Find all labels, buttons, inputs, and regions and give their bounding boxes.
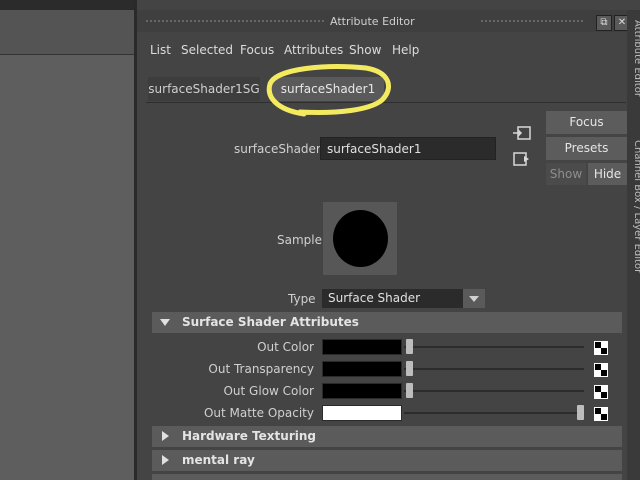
sample-sphere xyxy=(333,210,388,267)
out-matte-opacity-slider-handle[interactable] xyxy=(577,405,584,420)
out-transparency-map-icon[interactable] xyxy=(594,363,608,377)
node-name-field[interactable]: surfaceShader1 xyxy=(320,137,496,160)
menu-selected[interactable]: Selected xyxy=(181,43,233,57)
menu-focus[interactable]: Focus xyxy=(240,43,274,57)
section-surface-shader-attributes[interactable]: Surface Shader Attributes xyxy=(152,312,622,333)
section-title: Hardware Texturing xyxy=(182,429,316,443)
out-matte-opacity-slider-track[interactable] xyxy=(404,412,584,414)
section-next[interactable] xyxy=(152,474,622,480)
out-glow-color-slider-track[interactable] xyxy=(404,390,584,392)
output-connections-icon[interactable] xyxy=(512,151,532,167)
drag-grip[interactable] xyxy=(145,19,325,23)
attr-label-out-matte-opacity: Out Matte Opacity xyxy=(203,406,314,420)
panel-title: Attribute Editor xyxy=(330,15,415,28)
out-glow-color-swatch[interactable] xyxy=(322,383,402,399)
out-matte-opacity-map-icon[interactable] xyxy=(594,407,608,421)
out-transparency-swatch[interactable] xyxy=(322,361,402,377)
focus-button[interactable]: Focus xyxy=(546,111,627,134)
section-mental-ray[interactable]: mental ray xyxy=(152,450,622,471)
chevron-down-icon[interactable] xyxy=(463,289,485,308)
menu-help[interactable]: Help xyxy=(392,43,419,57)
drag-grip[interactable] xyxy=(480,19,585,23)
type-dropdown[interactable]: Surface Shader xyxy=(322,289,485,308)
out-color-slider-handle[interactable] xyxy=(406,339,413,354)
expand-triangle-icon xyxy=(160,319,170,326)
menu-attributes[interactable]: Attributes xyxy=(284,43,343,57)
out-color-slider-track[interactable] xyxy=(404,346,584,348)
side-tab-channel-box[interactable]: Channel Box / Layer Editor xyxy=(632,140,640,273)
out-matte-opacity-swatch[interactable] xyxy=(322,405,402,421)
attr-label-out-transparency: Out Transparency xyxy=(208,362,314,376)
type-label: Type xyxy=(288,292,316,306)
section-hardware-texturing[interactable]: Hardware Texturing xyxy=(152,426,622,447)
section-title: mental ray xyxy=(182,453,255,467)
input-connections-icon[interactable] xyxy=(512,125,532,141)
out-transparency-slider-handle[interactable] xyxy=(406,361,413,376)
out-transparency-slider-track[interactable] xyxy=(404,368,584,370)
tab-surfaceshader1sg[interactable]: surfaceShader1SG xyxy=(148,77,260,101)
collapse-triangle-icon xyxy=(162,431,169,441)
menu-show[interactable]: Show xyxy=(349,43,381,57)
attr-label-out-glow-color: Out Glow Color xyxy=(223,384,314,398)
out-color-map-icon[interactable] xyxy=(594,341,608,355)
presets-button[interactable]: Presets xyxy=(546,137,627,160)
viewport-toolbar xyxy=(0,10,134,55)
show-button[interactable]: Show xyxy=(546,163,586,185)
side-tab-attribute-editor[interactable]: Attribute Editor xyxy=(632,20,640,97)
highlight-circle xyxy=(266,64,392,117)
out-color-swatch[interactable] xyxy=(322,339,402,355)
hide-button[interactable]: Hide xyxy=(588,163,627,185)
float-window-button[interactable]: ⧉ xyxy=(596,15,612,31)
section-title: Surface Shader Attributes xyxy=(182,315,359,329)
attr-label-out-color: Out Color xyxy=(257,340,314,354)
collapse-triangle-icon xyxy=(162,455,169,465)
viewport-header xyxy=(0,0,134,10)
node-type-label: surfaceShader: xyxy=(234,142,325,156)
sample-label: Sample xyxy=(277,233,322,247)
viewport[interactable] xyxy=(0,55,134,480)
menu-list[interactable]: List xyxy=(150,43,171,57)
out-glow-color-map-icon[interactable] xyxy=(594,385,608,399)
out-glow-color-slider-handle[interactable] xyxy=(406,383,413,398)
